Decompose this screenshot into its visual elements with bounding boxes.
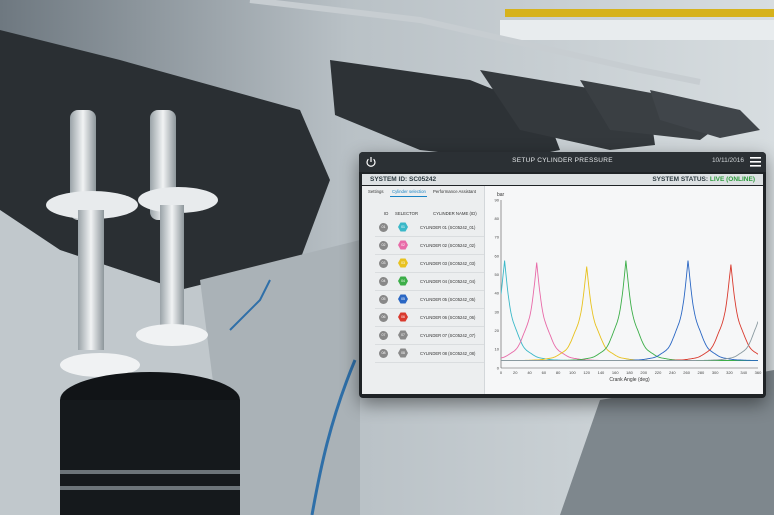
cylinder-name: CYLINDER 05 (SC05242_05) [420, 297, 476, 302]
table-row[interactable]: 06 06 CYLINDER 06 (SC05242_06) [375, 309, 484, 327]
series-line-3 [501, 266, 758, 361]
y-tick-label: 10 [495, 347, 500, 352]
cylinder-name: CYLINDER 03 (SC05242_03) [420, 261, 476, 266]
y-axis-label: bar [497, 192, 505, 198]
y-tick-label: 80 [495, 216, 500, 221]
x-tick-label: 180 [626, 370, 633, 375]
x-tick-label: 280 [698, 370, 705, 375]
tab-settings[interactable]: Settings [368, 189, 384, 194]
x-tick-label: 0 [500, 370, 503, 375]
row-id-badge: 08 [379, 349, 388, 358]
series-line-4 [501, 260, 758, 361]
system-status-bar: SYSTEM ID: SC05242 SYSTEM STATUS: LIVE (… [362, 174, 763, 185]
page-title: SETUP CYLINDER PRESSURE [512, 157, 613, 164]
table-row[interactable]: 02 02 CYLINDER 02 (SC05242_02) [375, 237, 484, 255]
x-tick-label: 80 [556, 370, 561, 375]
x-tick-label: 140 [598, 370, 605, 375]
x-tick-label: 120 [583, 370, 590, 375]
x-tick-label: 60 [542, 370, 547, 375]
y-tick-label: 50 [495, 272, 500, 277]
x-tick-label: 300 [712, 370, 719, 375]
column-header-name: CYLINDER NAME (ID) [433, 211, 477, 216]
pressure-chart: 0 10 20 30 40 50 60 70 80 90 0 20 40 60 80 100 120 140 160… [486, 186, 763, 394]
cylinder-selector-hex[interactable]: 08 [398, 348, 408, 358]
x-tick-label: 360 [755, 370, 762, 375]
tab-performance-assistant[interactable]: Performance Assistant [433, 189, 476, 194]
row-id-badge: 02 [379, 241, 388, 250]
active-tab-indicator [390, 196, 427, 197]
cylinder-selector-hex[interactable]: 06 [398, 312, 408, 322]
y-tick-label: 90 [495, 197, 500, 202]
pressure-chart-svg: 01020304050607080900 20 40 60 80 100 120 140 160… [495, 192, 763, 383]
series-line-7 [501, 321, 758, 361]
main-content: Settings Cylinder selection Performance … [362, 186, 763, 394]
x-tick-label: 160 [612, 370, 619, 375]
y-tick-label: 30 [495, 309, 500, 314]
row-id-badge: 01 [379, 223, 388, 232]
x-tick-label: 320 [726, 370, 733, 375]
row-id-badge: 04 [379, 277, 388, 286]
x-tick-label: 240 [669, 370, 676, 375]
y-tick-label: 70 [495, 235, 500, 240]
tab-cylinder-selection[interactable]: Cylinder selection [392, 189, 426, 194]
cylinder-selection-panel: Settings Cylinder selection Performance … [362, 186, 485, 394]
cylinder-selector-hex[interactable]: 07 [398, 330, 408, 340]
cylinder-selector-hex[interactable]: 04 [398, 276, 408, 286]
cylinder-selector-hex[interactable]: 01 [398, 222, 408, 232]
x-tick-label: 220 [655, 370, 662, 375]
cylinder-name: CYLINDER 07 (SC05242_07) [420, 333, 476, 338]
column-header-id: ID [384, 211, 389, 216]
cylinder-name: CYLINDER 04 (SC05242_04) [420, 279, 476, 284]
x-tick-label: 200 [640, 370, 647, 375]
x-tick-label: 260 [683, 370, 690, 375]
x-tick-label: 340 [740, 370, 747, 375]
x-tick-label: 20 [513, 370, 518, 375]
system-status-value: LIVE (ONLINE) [709, 176, 755, 183]
series-line-2 [501, 262, 758, 361]
cylinder-name: CYLINDER 06 (SC05242_06) [420, 315, 476, 320]
y-tick-label: 60 [495, 253, 500, 258]
row-id-badge: 03 [379, 259, 388, 268]
series-line-5 [501, 260, 758, 361]
y-tick-label: 40 [495, 291, 500, 296]
series-line-1 [501, 260, 758, 361]
cylinder-name: CYLINDER 02 (SC05242_02) [420, 243, 476, 248]
x-axis-label: Crank Angle (deg) [609, 377, 650, 383]
system-status-label: SYSTEM STATUS: [652, 176, 709, 183]
cylinder-selector-hex[interactable]: 02 [398, 240, 408, 250]
hamburger-menu-icon[interactable] [750, 157, 761, 167]
x-tick-label: 100 [569, 370, 576, 375]
y-tick-label: 20 [495, 328, 500, 333]
table-row[interactable]: 01 01 CYLINDER 01 (SC05242_01) [375, 219, 484, 237]
column-header-selector: SELECTOR [395, 211, 419, 216]
x-tick-label: 40 [527, 370, 532, 375]
cylinder-name: CYLINDER 01 (SC05242_01) [420, 225, 476, 230]
table-row[interactable]: 07 07 CYLINDER 07 (SC05242_07) [375, 327, 484, 345]
series-line-6 [501, 264, 758, 361]
row-id-badge: 07 [379, 331, 388, 340]
cylinder-selector-hex[interactable]: 05 [398, 294, 408, 304]
cylinder-name: CYLINDER 08 (SC05242_08) [420, 351, 476, 356]
table-row[interactable]: 05 05 CYLINDER 05 (SC05242_05) [375, 291, 484, 309]
row-id-badge: 06 [379, 313, 388, 322]
table-row[interactable]: 08 08 CYLINDER 08 (SC05242_08) [375, 345, 484, 363]
tablet-header: SETUP CYLINDER PRESSURE 10/11/2016 [359, 152, 766, 172]
table-row[interactable]: 03 03 CYLINDER 03 (SC05242_03) [375, 255, 484, 273]
system-status: SYSTEM STATUS: LIVE (ONLINE) [652, 176, 755, 183]
tablet-device: SETUP CYLINDER PRESSURE 10/11/2016 SYSTE… [359, 152, 766, 398]
row-id-badge: 05 [379, 295, 388, 304]
table-row[interactable]: 04 04 CYLINDER 04 (SC05242_04) [375, 273, 484, 291]
date-label: 10/11/2016 [711, 157, 744, 164]
system-id: SYSTEM ID: SC05242 [370, 176, 437, 183]
cylinder-selector-hex[interactable]: 03 [398, 258, 408, 268]
